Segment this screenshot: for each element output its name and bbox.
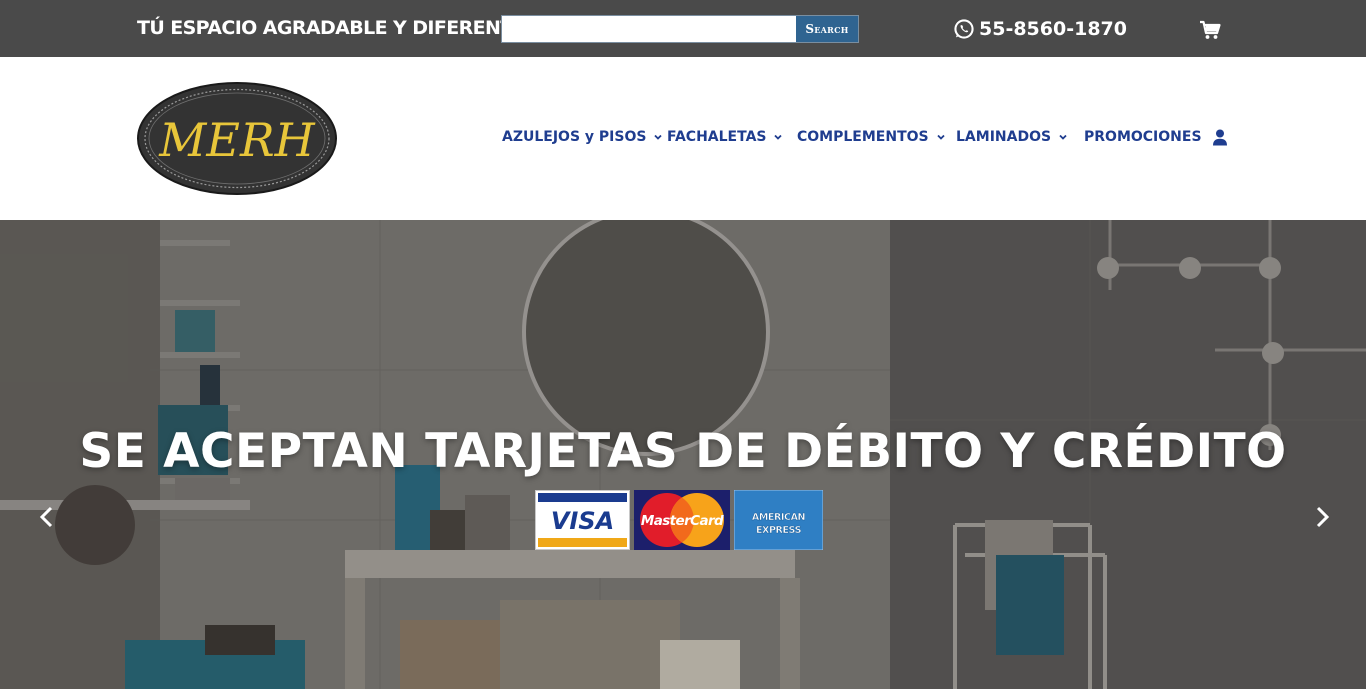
chevron-down-icon [936,134,945,140]
nav-fachaletas[interactable]: FACHALETAS [667,129,783,145]
nav-label: AZULEJOS y PISOS [502,129,647,145]
amex-card-icon: AMERICAN EXPRESS [734,490,823,550]
nav-label: FACHALETAS [667,129,767,145]
shopping-cart-icon[interactable] [1199,20,1221,40]
search-input[interactable] [502,16,796,42]
search-button[interactable]: Search [796,16,858,42]
nav-azulejos-pisos[interactable]: AZULEJOS y PISOS [502,129,663,145]
nav-laminados[interactable]: LAMINADOS [956,129,1068,145]
chevron-left-icon[interactable] [36,503,58,531]
card-label: VISA [551,507,614,535]
phone-number: 55-8560-1870 [979,18,1127,40]
chevron-down-icon [654,134,663,140]
whatsapp-icon [954,19,974,39]
card-label: MasterCard [641,513,724,529]
mastercard-icon: MasterCard [634,490,730,550]
chevron-right-icon[interactable] [1311,503,1333,531]
phone-contact[interactable]: 55-8560-1870 [953,18,1127,40]
user-icon[interactable] [1212,129,1228,146]
hero-title: SE ACEPTAN TARJETAS DE DÉBITO Y CRÉDITO [79,424,1287,479]
site-tagline: TÚ ESPACIO AGRADABLE Y DIFERENTE [137,17,526,39]
nav-complementos[interactable]: COMPLEMENTOS [797,129,946,145]
main-header: MERH AZULEJOS y PISOS FACHALETAS COMPLEM… [0,57,1366,220]
chevron-down-icon [774,134,783,140]
top-bar: TÚ ESPACIO AGRADABLE Y DIFERENTE Search … [0,0,1366,57]
logo-text: MERH [158,113,315,167]
hero-slider: SE ACEPTAN TARJETAS DE DÉBITO Y CRÉDITO … [0,220,1366,689]
nav-promociones[interactable]: PROMOCIONES [1084,129,1202,145]
search-form: Search [501,15,859,43]
visa-card-icon: VISA [535,490,630,550]
chevron-down-icon [1059,134,1067,140]
nav-label: PROMOCIONES [1084,129,1202,145]
site-logo[interactable]: MERH [137,82,337,195]
nav-label: COMPLEMENTOS [797,129,929,145]
nav-label: LAMINADOS [956,129,1052,145]
